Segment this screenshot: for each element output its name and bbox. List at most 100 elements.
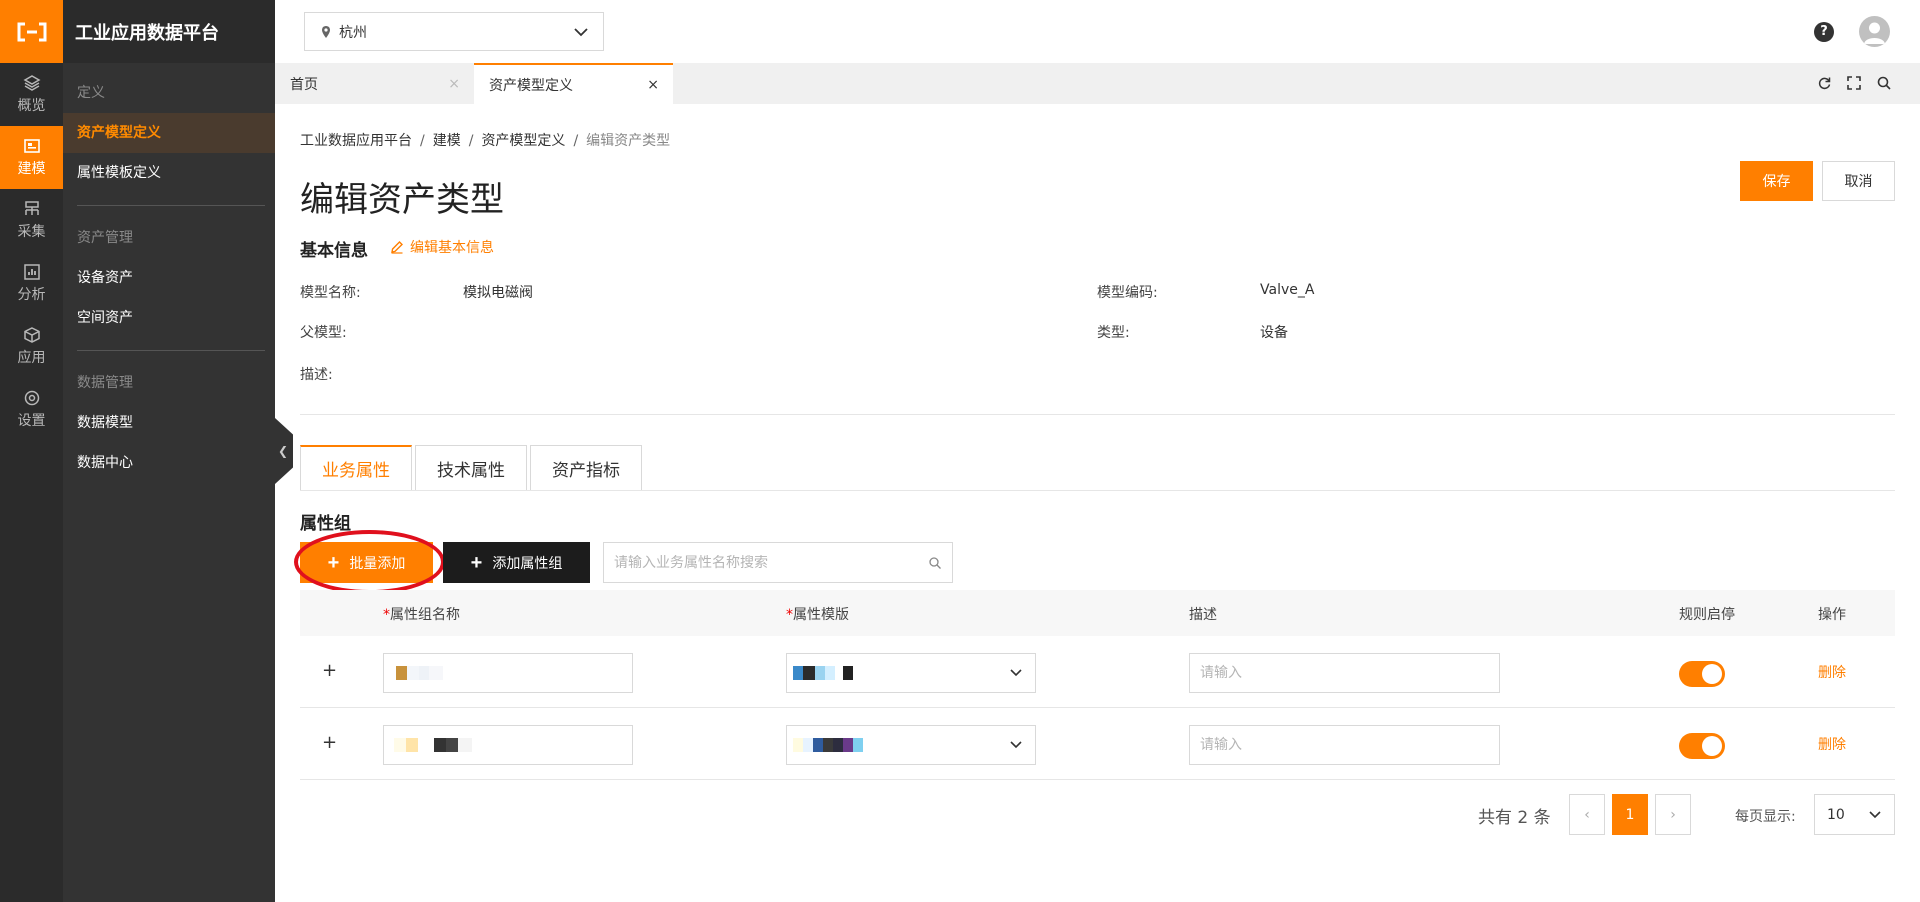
search-icon[interactable] xyxy=(1876,75,1892,91)
chevron-down-icon xyxy=(1869,810,1881,818)
description-input[interactable] xyxy=(1190,726,1499,764)
rule-toggle[interactable] xyxy=(1679,733,1725,759)
save-button[interactable]: 保存 xyxy=(1740,161,1813,201)
page-number-current[interactable]: 1 xyxy=(1612,794,1648,835)
cancel-button[interactable]: 取消 xyxy=(1822,161,1895,201)
breadcrumb-sep: / xyxy=(420,133,425,149)
description-field[interactable] xyxy=(1189,653,1500,693)
city-value: 杭州 xyxy=(339,24,367,41)
sidebar-collapse-handle[interactable]: ❮ xyxy=(275,418,293,484)
city-select[interactable]: 杭州 xyxy=(304,12,604,51)
content-tabs: 业务属性 技术属性 资产指标 xyxy=(300,445,642,490)
template-select[interactable] xyxy=(786,653,1036,693)
redacted-text xyxy=(394,738,472,752)
table-header: *属性组名称 *属性模版 描述 规则启停 操作 xyxy=(300,590,1895,636)
edit-link-label: 编辑基本信息 xyxy=(410,240,494,256)
group-name-field[interactable] xyxy=(383,653,633,693)
breadcrumb-item[interactable]: 建模 xyxy=(433,133,461,149)
location-pin-icon xyxy=(322,25,330,38)
add-attr-group-button[interactable]: + 添加属性组 xyxy=(443,542,590,583)
description-field[interactable] xyxy=(1189,725,1500,765)
user-avatar[interactable] xyxy=(1859,16,1890,47)
prev-page-button[interactable]: ‹ xyxy=(1569,794,1605,835)
rail-item-apps[interactable]: 应用 xyxy=(0,315,63,378)
page-title: 编辑资产类型 xyxy=(300,180,504,220)
section-divider xyxy=(300,414,1895,415)
col-group-name: *属性组名称 xyxy=(383,607,460,623)
total-count: 共有 2 条 xyxy=(1478,808,1551,828)
breadcrumb-sep: / xyxy=(468,133,474,149)
attr-search-box xyxy=(603,542,953,583)
close-icon[interactable]: × xyxy=(448,76,460,92)
menu-item-data-model[interactable]: 数据模型 xyxy=(63,403,275,443)
tab-label: 首页 xyxy=(290,76,318,93)
col-ops: 操作 xyxy=(1818,607,1846,623)
attr-search-input[interactable] xyxy=(614,554,928,571)
expand-icon[interactable]: + xyxy=(322,732,337,753)
tab-business-attributes[interactable]: 业务属性 xyxy=(300,445,412,490)
breadcrumb-item[interactable]: 资产模型定义 xyxy=(481,133,565,149)
app-logo[interactable] xyxy=(0,0,63,63)
rail-label: 建模 xyxy=(17,161,46,177)
search-icon[interactable] xyxy=(928,556,942,570)
chevron-down-icon xyxy=(1010,741,1022,749)
rail-item-collect[interactable]: 采集 xyxy=(0,189,63,252)
menu-group-data-mgmt: 数据管理 xyxy=(77,375,133,391)
edit-basic-info-link[interactable]: 编辑基本信息 xyxy=(390,237,494,257)
rail-item-analysis[interactable]: 分析 xyxy=(0,252,63,315)
rail-item-overview[interactable]: 概览 xyxy=(0,63,63,126)
tab-label: 资产模型定义 xyxy=(489,77,573,94)
menu-item-asset-model[interactable]: 资产模型定义 xyxy=(63,113,275,153)
logo-icon xyxy=(17,22,46,41)
rail-label: 分析 xyxy=(17,287,46,303)
description-input[interactable] xyxy=(1190,654,1499,692)
next-page-button[interactable]: › xyxy=(1655,794,1691,835)
page-tab-bar: 首页 × 资产模型定义 × xyxy=(275,63,1920,104)
type-label: 类型: xyxy=(1097,325,1130,341)
add-group-label: 添加属性组 xyxy=(492,554,563,571)
rail-item-settings[interactable]: 设置 xyxy=(0,378,63,441)
page-tab-home[interactable]: 首页 × xyxy=(275,63,474,104)
tab-technical-attributes[interactable]: 技术属性 xyxy=(415,445,527,490)
plus-icon: + xyxy=(470,551,483,574)
batch-add-button[interactable]: + 批量添加 xyxy=(300,542,433,583)
delete-link[interactable]: 删除 xyxy=(1818,662,1846,682)
tab-asset-metrics[interactable]: 资产指标 xyxy=(530,445,642,490)
breadcrumb-item[interactable]: 工业数据应用平台 xyxy=(300,133,412,149)
user-icon xyxy=(1864,22,1885,44)
close-icon[interactable]: × xyxy=(647,77,659,93)
per-page-select[interactable]: 10 xyxy=(1814,794,1895,835)
top-bar: 杭州 ? xyxy=(275,0,1920,63)
expand-icon[interactable]: + xyxy=(322,660,337,681)
settings-icon xyxy=(24,390,39,406)
menu-item-data-center[interactable]: 数据中心 xyxy=(63,443,275,483)
menu-item-device-asset[interactable]: 设备资产 xyxy=(63,258,275,298)
table-row: + 删除 xyxy=(300,636,1895,708)
toggle-knob xyxy=(1702,736,1722,756)
model-name-label: 模型名称: xyxy=(300,285,361,301)
help-icon[interactable]: ? xyxy=(1814,22,1834,42)
col-template: *属性模版 xyxy=(786,607,849,623)
basic-info-title: 基本信息 xyxy=(300,241,368,261)
model-name-value: 模拟电磁阀 xyxy=(463,285,533,301)
description-label: 描述: xyxy=(300,367,333,383)
rail-item-modeling[interactable]: 建模 xyxy=(0,126,63,189)
menu-item-space-asset[interactable]: 空间资产 xyxy=(63,298,275,338)
pagination: 共有 2 条 ‹ 1 › 每页显示: 10 xyxy=(300,794,1895,835)
collect-icon xyxy=(24,201,39,215)
toggle-knob xyxy=(1702,664,1722,684)
menu-item-attr-template[interactable]: 属性模板定义 xyxy=(63,153,275,193)
attr-group-title: 属性组 xyxy=(300,514,351,534)
parent-model-label: 父模型: xyxy=(300,325,347,341)
fullscreen-icon[interactable] xyxy=(1846,75,1862,91)
refresh-icon[interactable] xyxy=(1816,75,1832,91)
model-code-value: Valve_A xyxy=(1260,282,1315,298)
group-name-field[interactable] xyxy=(383,725,633,765)
page-tab-asset-model[interactable]: 资产模型定义 × xyxy=(474,63,673,104)
rule-toggle[interactable] xyxy=(1679,661,1725,687)
delete-link[interactable]: 删除 xyxy=(1818,734,1846,754)
template-select[interactable] xyxy=(786,725,1036,765)
side-menu: 工业应用数据平台 定义 资产模型定义 属性模板定义 资产管理 设备资产 空间资产… xyxy=(63,0,275,902)
menu-group-definition: 定义 xyxy=(77,85,105,101)
per-page-label: 每页显示: xyxy=(1735,809,1796,825)
